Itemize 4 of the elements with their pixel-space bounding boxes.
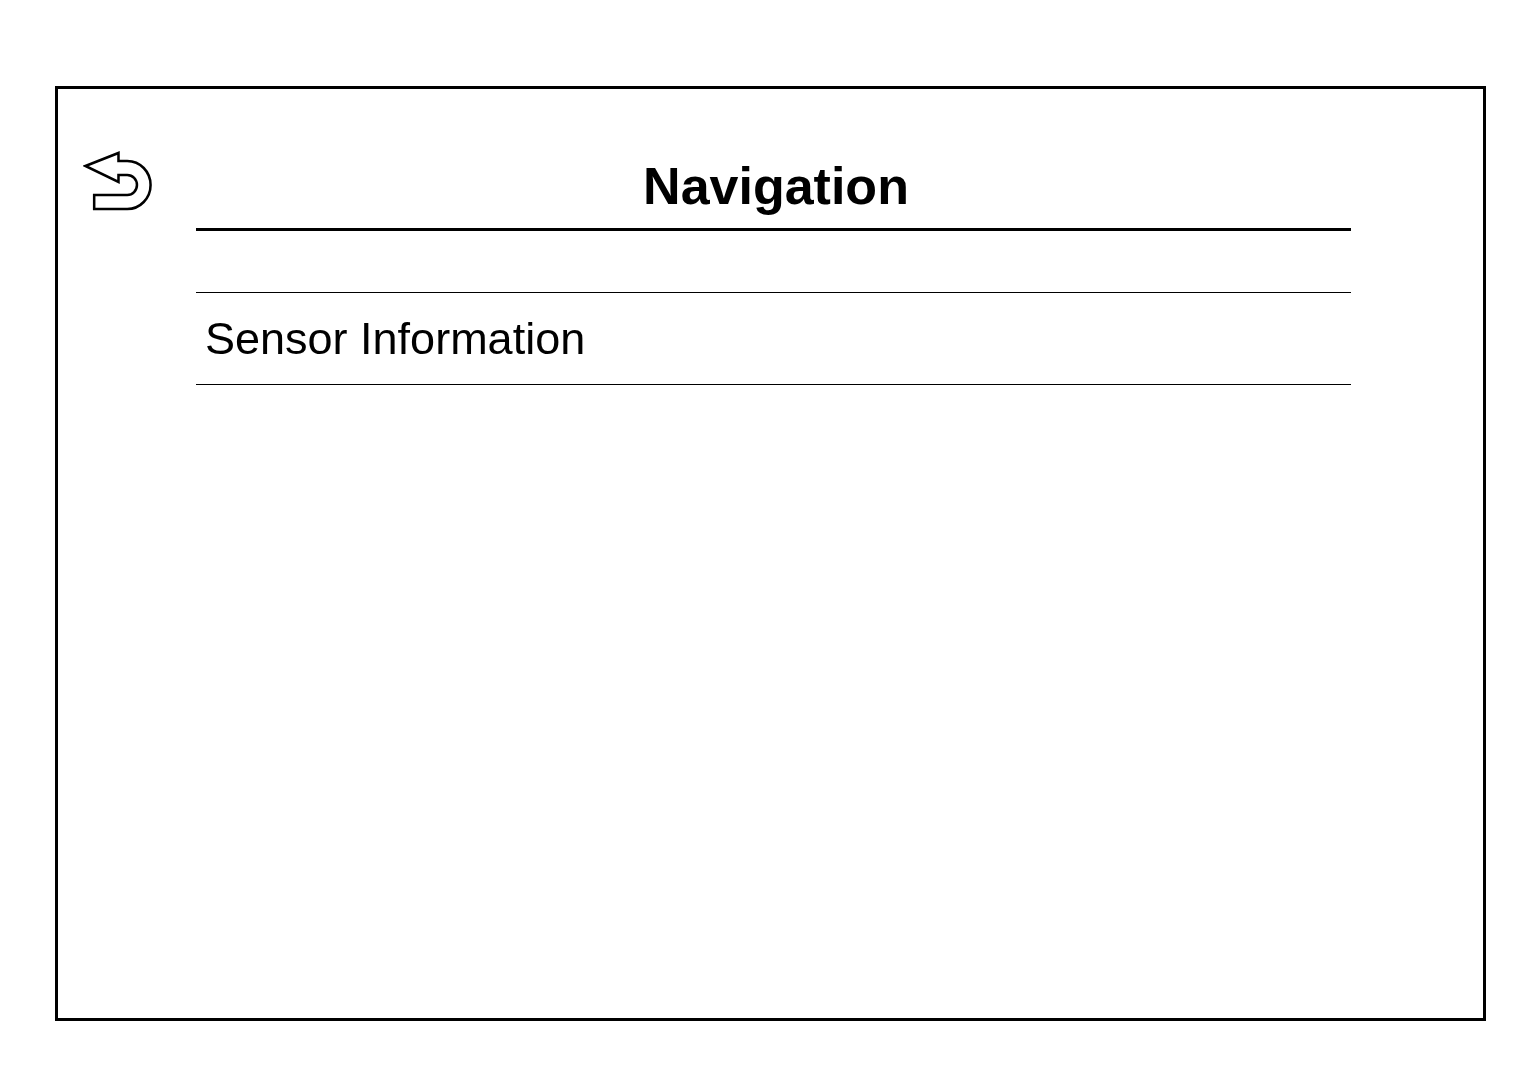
screen-title: Navigation xyxy=(642,156,909,216)
list-item[interactable]: Sensor Information xyxy=(196,312,586,365)
back-icon xyxy=(83,151,153,212)
back-button[interactable] xyxy=(83,151,153,212)
